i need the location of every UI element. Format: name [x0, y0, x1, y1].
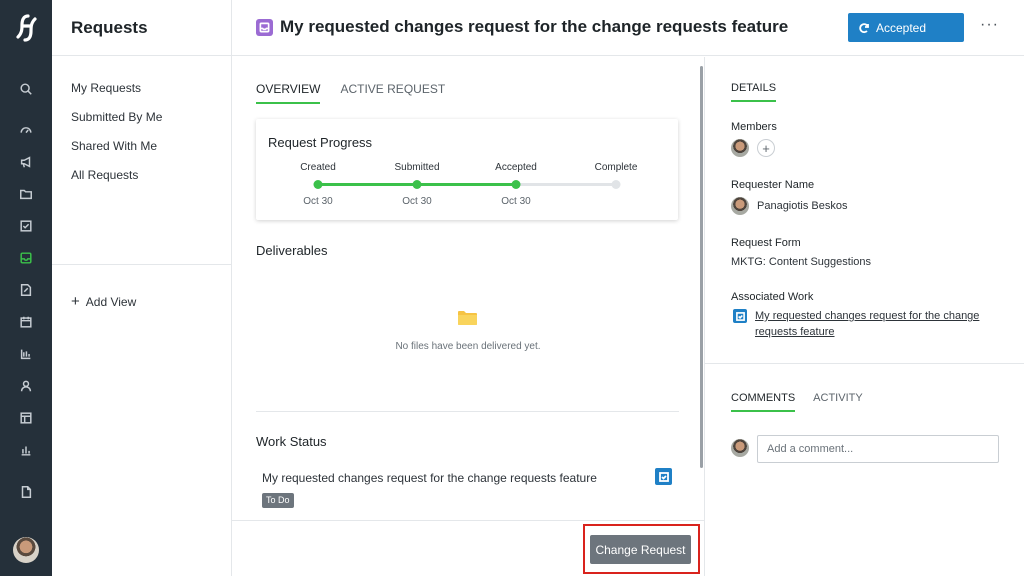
sidebar-item-shared-with-me[interactable]: Shared With Me: [52, 138, 231, 167]
tab-active-request[interactable]: ACTIVE REQUEST: [340, 82, 445, 104]
stage-dot-accepted: [511, 180, 521, 189]
sidebar-item-my-requests[interactable]: My Requests: [52, 80, 231, 109]
add-view-label: Add View: [85, 295, 137, 309]
requester-label: Requester Name: [731, 179, 815, 191]
folder-icon[interactable]: [18, 186, 34, 202]
member-avatar[interactable]: [731, 139, 749, 157]
tab-details[interactable]: DETAILS: [731, 82, 777, 102]
request-progress-card: Request Progress Created Oct 30 Submitte…: [256, 119, 678, 220]
stage-label-created: Created: [300, 162, 336, 173]
work-status-title: Work Status: [256, 434, 327, 449]
calendar-icon[interactable]: [18, 314, 34, 330]
refresh-icon: [859, 22, 869, 33]
tab-comments[interactable]: COMMENTS: [731, 392, 796, 412]
proofs-icon[interactable]: [18, 282, 34, 298]
task-icon: [733, 309, 747, 323]
stage-dot-complete: [611, 180, 621, 189]
reports-icon[interactable]: [18, 442, 34, 458]
status-button[interactable]: Accepted: [848, 13, 964, 42]
overview-panel: OVERVIEW ACTIVE REQUEST Request Progress…: [232, 57, 704, 520]
associated-work-link[interactable]: My requested changes request for the cha…: [755, 308, 995, 340]
request-form-label: Request Form: [731, 237, 801, 249]
timeline-icon[interactable]: [18, 346, 34, 362]
comment-input[interactable]: [757, 435, 999, 463]
app-rail: [0, 0, 52, 576]
members-label: Members: [731, 121, 777, 133]
progress-stages: Created Oct 30 Submitted Oct 30 Accepted…: [256, 162, 678, 212]
main-scrollbar[interactable]: [700, 66, 703, 468]
document-icon[interactable]: [18, 484, 34, 500]
commenter-avatar: [731, 439, 749, 457]
sidebar-item-submitted-by-me[interactable]: Submitted By Me: [52, 109, 231, 138]
request-header: My requested changes request for the cha…: [232, 0, 1024, 56]
layout-icon[interactable]: [18, 410, 34, 426]
task-icon[interactable]: [655, 468, 672, 485]
associated-work-label: Associated Work: [731, 291, 814, 303]
dashboard-icon[interactable]: [18, 122, 34, 138]
logo-icon[interactable]: [12, 12, 40, 44]
change-request-button[interactable]: Change Request: [590, 535, 691, 564]
people-icon[interactable]: [18, 378, 34, 394]
sidebar-nav: My Requests Submitted By Me Shared With …: [52, 56, 231, 265]
tab-activity[interactable]: ACTIVITY: [813, 392, 863, 412]
folder-icon: [458, 311, 477, 325]
stage-date-accepted: Oct 30: [501, 196, 531, 207]
details-panel: DETAILS Members + Requester Name Panagio…: [704, 57, 1024, 576]
search-icon[interactable]: [18, 81, 34, 97]
more-options-icon[interactable]: ···: [980, 16, 999, 34]
stage-date-created: Oct 30: [303, 196, 333, 207]
comment-tabs: COMMENTS ACTIVITY: [731, 392, 863, 412]
add-member-button[interactable]: +: [757, 139, 775, 157]
stage-date-submitted: Oct 30: [402, 196, 432, 207]
tab-overview[interactable]: OVERVIEW: [256, 82, 321, 104]
stage-label-complete: Complete: [594, 162, 638, 173]
deliverables-title: Deliverables: [256, 243, 328, 258]
stage-dot-created: [313, 180, 323, 189]
request-form-value: MKTG: Content Suggestions: [731, 256, 872, 268]
sidebar-item-all-requests[interactable]: All Requests: [52, 167, 231, 196]
requester-avatar: [731, 197, 749, 215]
work-status-item[interactable]: My requested changes request for the cha…: [262, 471, 597, 485]
sidebar-title: Requests: [71, 18, 148, 37]
section-divider: [256, 411, 679, 412]
main-tabs: OVERVIEW ACTIVE REQUEST: [256, 82, 445, 104]
action-footer: Change Request: [232, 520, 704, 576]
add-view-button[interactable]: + Add View: [52, 265, 231, 310]
tasks-icon[interactable]: [18, 218, 34, 234]
page-title: My requested changes request for the cha…: [280, 17, 789, 36]
details-divider: [705, 363, 1024, 364]
status-button-label: Accepted: [876, 20, 927, 35]
megaphone-icon[interactable]: [18, 154, 34, 170]
requests-sidebar: Requests My Requests Submitted By Me Sha…: [52, 0, 232, 576]
stage-label-accepted: Accepted: [495, 162, 537, 173]
stage-label-submitted: Submitted: [394, 162, 440, 173]
status-badge: To Do: [262, 493, 294, 508]
progress-title: Request Progress: [268, 135, 373, 150]
requester-name: Panagiotis Beskos: [757, 200, 848, 212]
no-files-message: No files have been delivered yet.: [395, 341, 541, 352]
user-avatar[interactable]: [13, 537, 39, 563]
sidebar-header: Requests: [52, 0, 231, 56]
request-type-icon: [256, 19, 273, 36]
plus-icon: +: [71, 293, 80, 310]
stage-dot-submitted: [412, 180, 422, 189]
requests-icon[interactable]: [18, 250, 34, 266]
